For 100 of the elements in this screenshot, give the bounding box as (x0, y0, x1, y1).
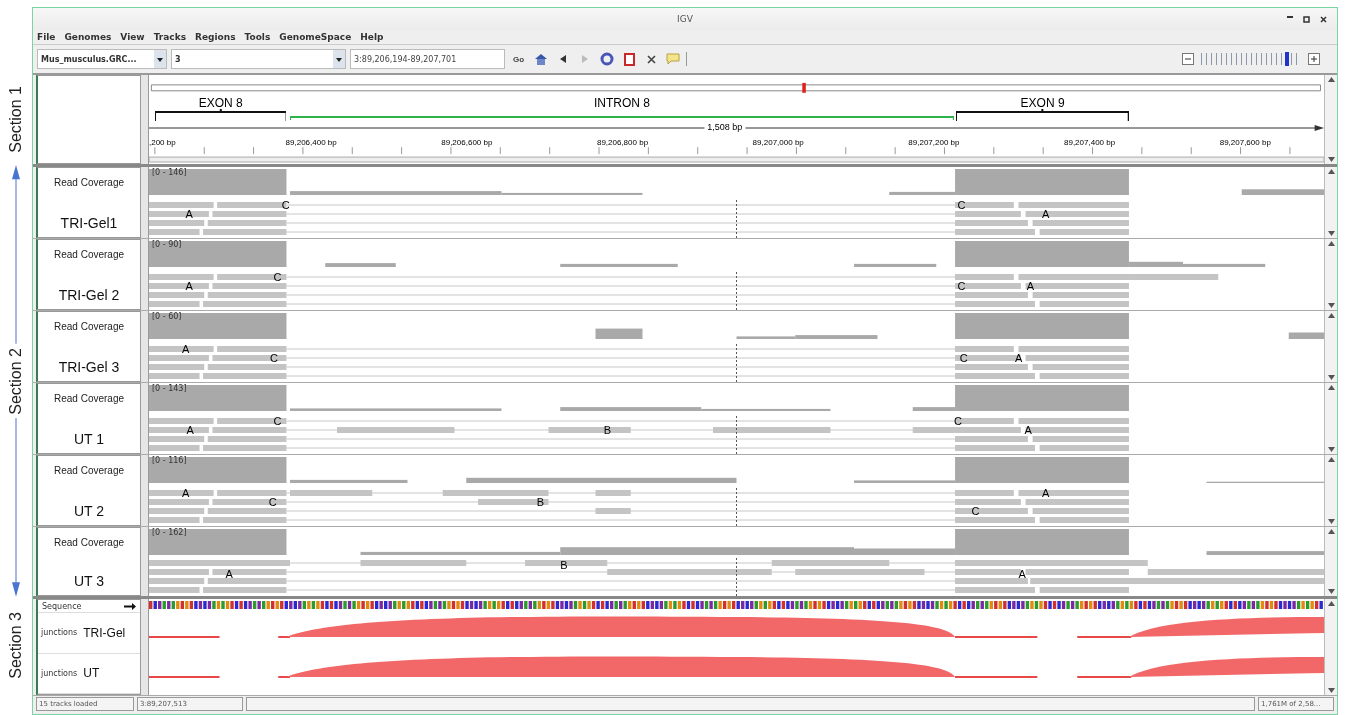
coverage-label: Read Coverage (52, 248, 125, 260)
scrollbar[interactable] (1324, 239, 1337, 310)
locus-field[interactable]: 3:89,206,194-89,207,701 (350, 49, 505, 69)
bracket-icon (154, 109, 287, 121)
base-label: C (281, 199, 290, 211)
close-icon[interactable] (1320, 15, 1327, 23)
base-label: C (957, 280, 966, 292)
base-label: A (1024, 424, 1032, 436)
base-label: B (536, 496, 545, 508)
section-label: Section 3 (7, 612, 25, 679)
base-label: C (971, 505, 980, 517)
menu-item[interactable]: GenomeSpace (279, 32, 352, 42)
base-label: C (273, 271, 282, 283)
scrollbar[interactable] (1324, 527, 1337, 596)
range-label: [0 - 162] (152, 528, 187, 537)
menu-item[interactable]: File (37, 32, 56, 42)
range-label: [0 - 60] (152, 312, 182, 321)
coverage-label: Read Coverage (52, 392, 125, 404)
range-label: [0 - 116] (152, 456, 187, 465)
base-label: A (181, 343, 190, 355)
tick-label: 89,206,400 bp (285, 138, 337, 147)
window-title: IGV (677, 14, 693, 24)
base-label: A (185, 280, 193, 292)
scroll-up-icon[interactable] (1326, 599, 1336, 607)
down-arrow-icon (11, 418, 21, 597)
feature-label: EXON 9 (1020, 96, 1065, 110)
minimize-icon[interactable] (1287, 15, 1293, 18)
track-name: TRI-Gel 2 (57, 287, 121, 305)
go-button[interactable]: Go (509, 54, 529, 64)
scrollbar[interactable] (1324, 167, 1337, 238)
range-label: [0 - 146] (152, 168, 187, 177)
base-label: A (1042, 208, 1050, 220)
tick-label: 89,206,600 bp (441, 138, 493, 147)
base-label: A (185, 208, 193, 220)
tick-label: 89,207,000 bp (752, 138, 804, 147)
tick-label: 89,207,400 bp (1064, 138, 1116, 147)
base-label: C (270, 352, 278, 364)
zoom-thumb[interactable] (1285, 52, 1289, 66)
range-label: [0 - 143] (152, 384, 187, 393)
chromosome-dropdown[interactable]: 3 (171, 49, 346, 69)
menu-item[interactable]: Genomes (64, 32, 112, 42)
tick-label: 89,207,200 bp (908, 138, 960, 147)
junctions-label: junctions (41, 668, 78, 678)
sequence-label: Sequence (42, 601, 82, 611)
span-label: 1,508 bp (704, 122, 746, 132)
scroll-down-icon[interactable] (1326, 687, 1336, 695)
feature-label: EXON 8 (198, 96, 243, 110)
scroll-up-icon[interactable] (1326, 75, 1336, 83)
section-label: Section 2 (7, 347, 25, 415)
base-label: C (268, 496, 277, 508)
scrollbar[interactable] (1324, 311, 1337, 382)
right-arrow-icon[interactable] (124, 602, 136, 610)
base-label: A (186, 424, 194, 436)
base-label: B (603, 424, 612, 436)
base-label: A (225, 568, 233, 580)
tick-label: 89,206,800 bp (596, 138, 649, 147)
bracket-icon (956, 109, 1129, 121)
base-label: C (959, 352, 968, 364)
genome-dropdown[interactable]: Mus_musculus.GRC... (37, 49, 167, 69)
section-label: Section 1 (7, 85, 25, 153)
scroll-up-icon[interactable] (1326, 167, 1336, 175)
junctions-label: junctions (41, 628, 78, 638)
separator-icon (686, 52, 689, 66)
base-label: C (953, 415, 962, 427)
coverage-label: Read Coverage (52, 464, 125, 476)
track-name: TRI-Gel 3 (57, 359, 121, 377)
track-name: UT (83, 666, 100, 681)
base-label: B (560, 559, 568, 571)
base-label: A (1042, 487, 1050, 499)
base-label: A (1026, 280, 1035, 292)
tick-label: 89,207,600 bp (1219, 138, 1271, 147)
track-name: TRI-Gel1 (59, 215, 119, 233)
scrollbar[interactable] (1324, 75, 1337, 164)
tick-label: ,200 bp (149, 138, 176, 147)
base-label: A (1014, 352, 1023, 364)
base-label: C (273, 415, 282, 427)
scrollbar[interactable] (1324, 455, 1337, 526)
menu-item[interactable]: Tools (244, 32, 271, 42)
base-label: A (181, 487, 190, 499)
track-name: UT 3 (72, 573, 106, 591)
track-name: UT 1 (72, 431, 106, 449)
track-name: UT 2 (72, 503, 106, 521)
feature-label: INTRON 8 (593, 96, 650, 110)
base-label: A (1018, 568, 1026, 580)
scroll-down-icon[interactable] (1326, 156, 1336, 164)
zoom-in-button[interactable] (1305, 50, 1323, 68)
range-label: [0 - 90] (152, 240, 182, 249)
menu-item[interactable]: Regions (195, 32, 236, 42)
up-arrow-icon (11, 165, 21, 344)
menu-item[interactable]: View (120, 32, 145, 42)
menu-item[interactable]: Tracks (153, 32, 186, 42)
coverage-label: Read Coverage (52, 536, 125, 548)
zoom-out-button[interactable] (1179, 50, 1197, 68)
scrollbar[interactable] (1324, 383, 1337, 454)
menu-item[interactable]: Help (360, 32, 384, 42)
scrollbar[interactable] (1324, 599, 1337, 695)
maximize-icon[interactable] (1303, 15, 1310, 23)
coverage-label: Read Coverage (52, 320, 125, 332)
base-label: C (957, 199, 966, 211)
scroll-down-icon[interactable] (1326, 588, 1336, 596)
